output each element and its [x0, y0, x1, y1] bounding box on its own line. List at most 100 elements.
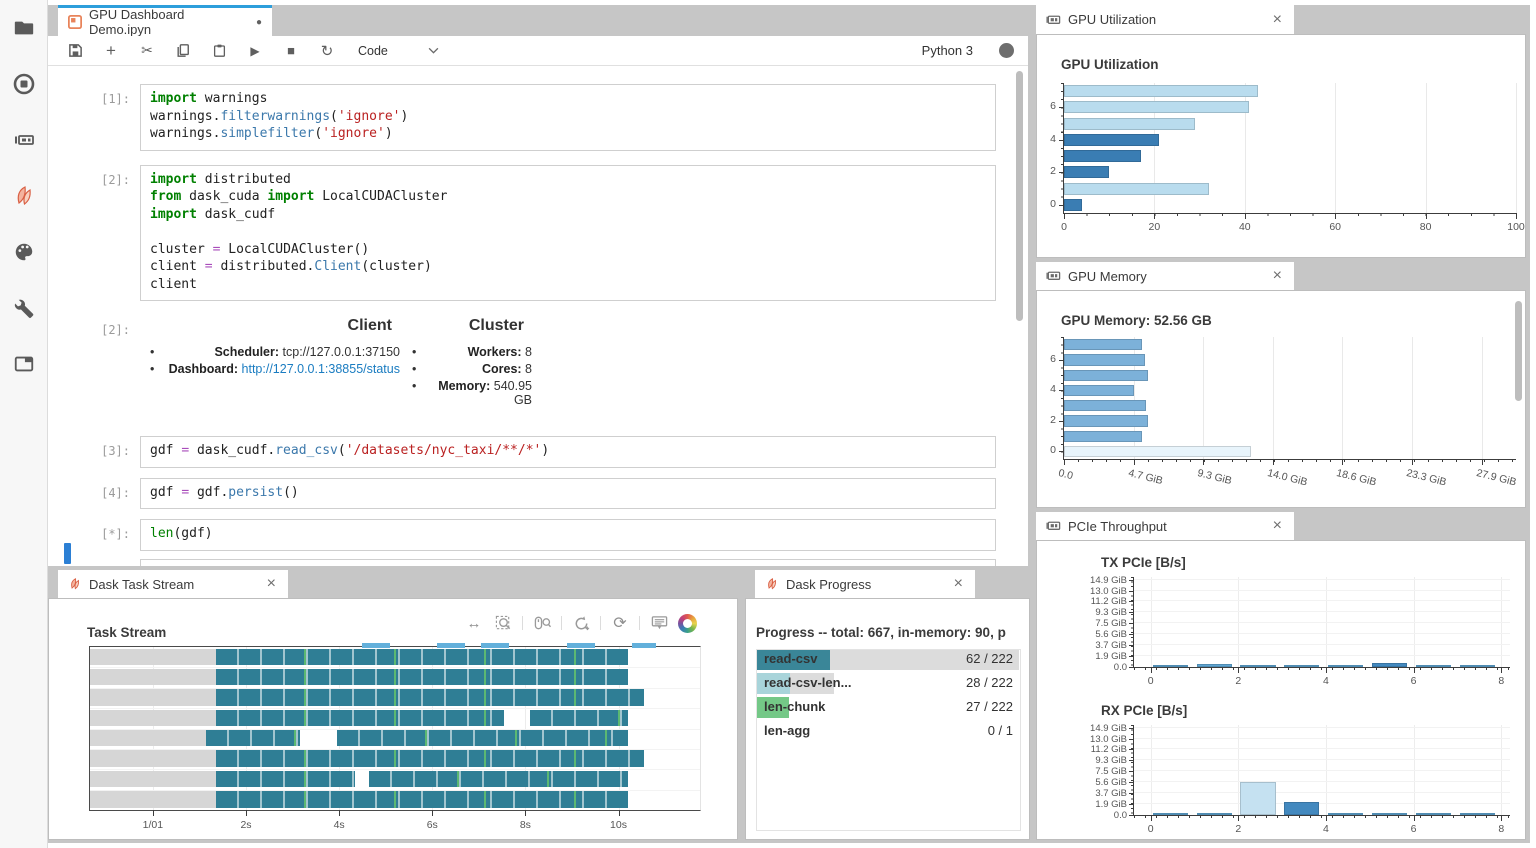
running-kernels-icon[interactable]	[12, 72, 36, 96]
cell-prompt: [4]:	[48, 478, 140, 510]
client-output: Client • Scheduler: tcp://127.0.0.1:3715…	[140, 315, 996, 410]
notebook-scrollbar[interactable]	[1016, 71, 1023, 321]
code-editor[interactable]	[140, 559, 996, 567]
gridline	[1134, 611, 1510, 612]
pan-icon[interactable]: ↔	[464, 613, 484, 633]
cut-icon[interactable]: ✂	[134, 40, 160, 62]
close-icon[interactable]: ×	[1271, 268, 1284, 284]
y-tick-label: 9.3 GiB	[1095, 755, 1127, 766]
tab-gpu-utilization[interactable]: GPU Utilization ×	[1036, 5, 1294, 34]
tab-label: Dask Task Stream	[89, 577, 194, 592]
wrench-icon[interactable]	[12, 296, 36, 320]
restart-kernel-icon[interactable]: ↻	[314, 40, 340, 62]
kernel-busy-icon[interactable]	[999, 43, 1014, 58]
gpu-util-tabbar: GPU Utilization ×	[1036, 5, 1526, 34]
bullet: •	[412, 379, 428, 407]
close-icon[interactable]: ×	[265, 576, 278, 592]
dask-icon[interactable]	[12, 184, 36, 208]
open-tabs-icon[interactable]	[12, 352, 36, 376]
cell-prompt	[48, 559, 140, 567]
paste-icon[interactable]	[206, 40, 232, 62]
y-tick-label: 0	[1050, 444, 1056, 456]
add-cell-icon[interactable]: +	[98, 40, 124, 62]
x-tick-label: 10s	[610, 819, 627, 831]
tx-pcie-title: TX PCIe [B/s]	[1101, 555, 1186, 570]
y-tick-label: 13.0 GiB	[1090, 586, 1127, 597]
notebook-toolbar: + ✂ ▶ ■ ↻ Code Python 3	[48, 36, 1028, 66]
rx-pcie-plot: 0.01.9 GiB3.7 GiB5.6 GiB7.5 GiB9.3 GiB11…	[1133, 725, 1510, 816]
close-icon[interactable]: ×	[952, 576, 965, 592]
tab-pcie-throughput[interactable]: PCIe Throughput ×	[1036, 512, 1294, 540]
zoom-reset-icon[interactable]	[571, 613, 591, 633]
wheel-zoom-icon[interactable]	[532, 613, 552, 633]
gpu-mem-scrollbar[interactable]	[1515, 301, 1522, 401]
x-tick-label: 14.0 GiB	[1266, 467, 1309, 489]
code-editor[interactable]: import warningswarnings.filterwarnings('…	[140, 84, 996, 151]
bokeh-logo[interactable]	[678, 614, 697, 633]
tab-dask-task-stream[interactable]: Dask Task Stream ×	[58, 570, 288, 598]
x-tick	[432, 810, 433, 816]
task-bar	[337, 730, 628, 746]
code-editor[interactable]: gdf = dask_cudf.read_csv('/datasets/nyc_…	[140, 436, 996, 468]
x-tick-label: 2	[1235, 823, 1241, 835]
bar	[1064, 446, 1251, 457]
x-tick	[339, 810, 340, 816]
gridline	[1134, 579, 1510, 580]
y-tick-label: 1.9 GiB	[1095, 799, 1127, 810]
cell-type-dropdown[interactable]: Code	[350, 42, 447, 60]
dashboard-link[interactable]: http://127.0.0.1:38855/status	[242, 362, 400, 376]
y-tick-label: 7.5 GiB	[1095, 618, 1127, 629]
idle-hatch	[90, 649, 216, 665]
progress-count: 28 / 222	[966, 675, 1013, 690]
gpu-mem-tabbar: GPU Memory ×	[1036, 262, 1526, 290]
top-task-bar	[362, 643, 390, 648]
x-tick	[1335, 213, 1336, 219]
progress-rows: read-csv62 / 222read-csv-len...28 / 222l…	[756, 649, 1019, 745]
palette-icon[interactable]	[12, 240, 36, 264]
code-editor[interactable]: import distributedfrom dask_cuda import …	[140, 165, 996, 302]
save-icon[interactable]	[62, 40, 88, 62]
close-icon[interactable]: ×	[1271, 12, 1284, 28]
bar	[1064, 400, 1146, 411]
kernel-name[interactable]: Python 3	[922, 43, 973, 58]
folder-icon[interactable]	[12, 16, 36, 40]
gridline	[1342, 337, 1343, 459]
x-tick-label: 60	[1329, 221, 1341, 233]
stop-icon[interactable]: ■	[278, 40, 304, 62]
close-icon[interactable]: ×	[1271, 518, 1284, 534]
bullet: •	[150, 362, 166, 376]
code-cell: [1]: import warningswarnings.filterwarni…	[48, 84, 1028, 151]
code-cell: [4]: gdf = gdf.persist()	[48, 478, 1028, 510]
copy-icon[interactable]	[170, 40, 196, 62]
gridline	[1134, 738, 1510, 739]
y-tick-label: 6	[1050, 100, 1056, 112]
x-tick-label: 0	[1148, 823, 1154, 835]
active-cell-indicator	[64, 543, 71, 564]
code-editor[interactable]: gdf = gdf.persist()	[140, 478, 996, 510]
cell-type-value: Code	[358, 44, 388, 58]
left-sidebar	[0, 0, 48, 848]
x-tick-label: 0	[1148, 675, 1154, 687]
code-editor[interactable]: len(gdf)	[140, 519, 996, 551]
reset-icon[interactable]: ⟳	[610, 613, 630, 633]
box-zoom-icon[interactable]	[493, 613, 513, 633]
gpu-dashboards-icon[interactable]	[12, 128, 36, 152]
bokeh-toolbar: ↔ ⟳	[464, 613, 697, 633]
x-tick-label: 8	[1498, 823, 1504, 835]
bar	[1064, 385, 1134, 396]
run-icon[interactable]: ▶	[242, 40, 268, 62]
tab-dask-progress[interactable]: Dask Progress ×	[755, 570, 975, 598]
gpu-mem-plot: 02460.04.7 GiB9.3 GiB14.0 GiB18.6 GiB23.…	[1063, 337, 1516, 460]
task-bar	[216, 649, 628, 665]
tab-notebook[interactable]: GPU Dashboard Demo.ipyn ●	[58, 5, 272, 36]
hover-tool-icon[interactable]	[649, 613, 669, 633]
y-tick-label: 14.9 GiB	[1090, 723, 1127, 734]
x-tick	[1501, 815, 1502, 821]
bar	[1064, 134, 1159, 146]
task-bar	[216, 791, 628, 807]
y-tick-label: 7.5 GiB	[1095, 766, 1127, 777]
top-task-bar	[632, 643, 655, 648]
x-tick	[619, 810, 620, 816]
tab-gpu-memory[interactable]: GPU Memory ×	[1036, 262, 1294, 290]
notebook-tabbar: GPU Dashboard Demo.ipyn ●	[48, 5, 1028, 36]
